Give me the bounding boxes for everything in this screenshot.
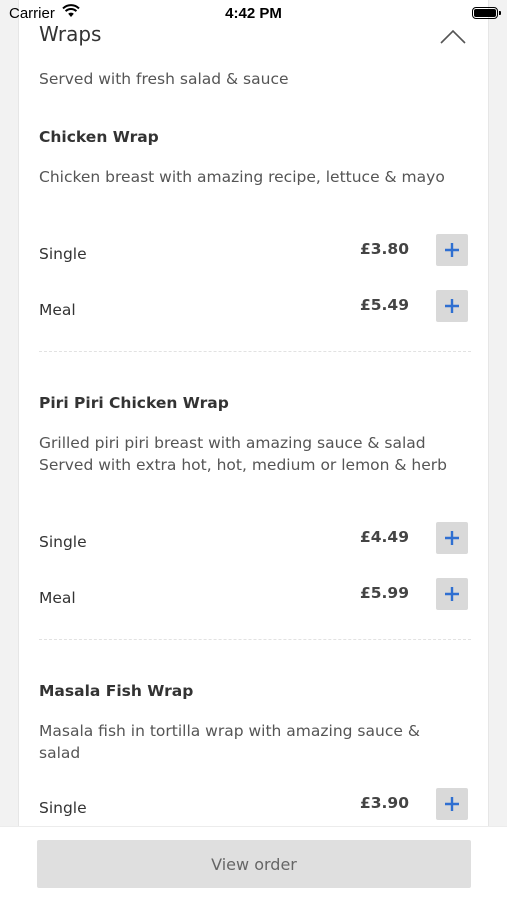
option-label: Single [39,245,87,263]
section-subtitle: Served with fresh salad & sauce [39,70,289,88]
add-button[interactable] [436,234,468,266]
add-button[interactable] [436,788,468,820]
chevron-up-icon[interactable] [439,27,467,45]
add-button[interactable] [436,290,468,322]
battery-icon [472,7,501,19]
item-description: Chicken breast with amazing recipe, lett… [39,168,445,186]
status-bar: Carrier 4:42 PM [0,0,507,28]
option-label: Meal [39,589,76,607]
option-price: £4.49 [359,528,409,546]
plus-icon [445,797,459,811]
plus-icon [445,531,459,545]
add-button[interactable] [436,578,468,610]
item-description: Masala fish in tortilla wrap with amazin… [39,722,420,762]
menu-section-card: Wraps Served with fresh salad & sauce Ch… [18,0,489,826]
option-price: £3.80 [359,240,409,258]
add-button[interactable] [436,522,468,554]
option-label: Single [39,533,87,551]
item-name: Chicken Wrap [39,128,159,146]
option-price: £5.49 [359,296,409,314]
option-price: £3.90 [359,794,409,812]
clock: 4:42 PM [225,5,282,22]
view-order-button[interactable]: View order [37,840,471,888]
plus-icon [445,243,459,257]
option-label: Meal [39,301,76,319]
footer-bar: View order [0,826,507,901]
item-divider [39,639,471,640]
item-name: Masala Fish Wrap [39,682,194,700]
item-name: Piri Piri Chicken Wrap [39,394,229,412]
option-label: Single [39,799,87,817]
option-price: £5.99 [359,584,409,602]
plus-icon [445,587,459,601]
item-divider [39,351,471,352]
plus-icon [445,299,459,313]
item-description: Grilled piri piri breast with amazing sa… [39,434,447,474]
